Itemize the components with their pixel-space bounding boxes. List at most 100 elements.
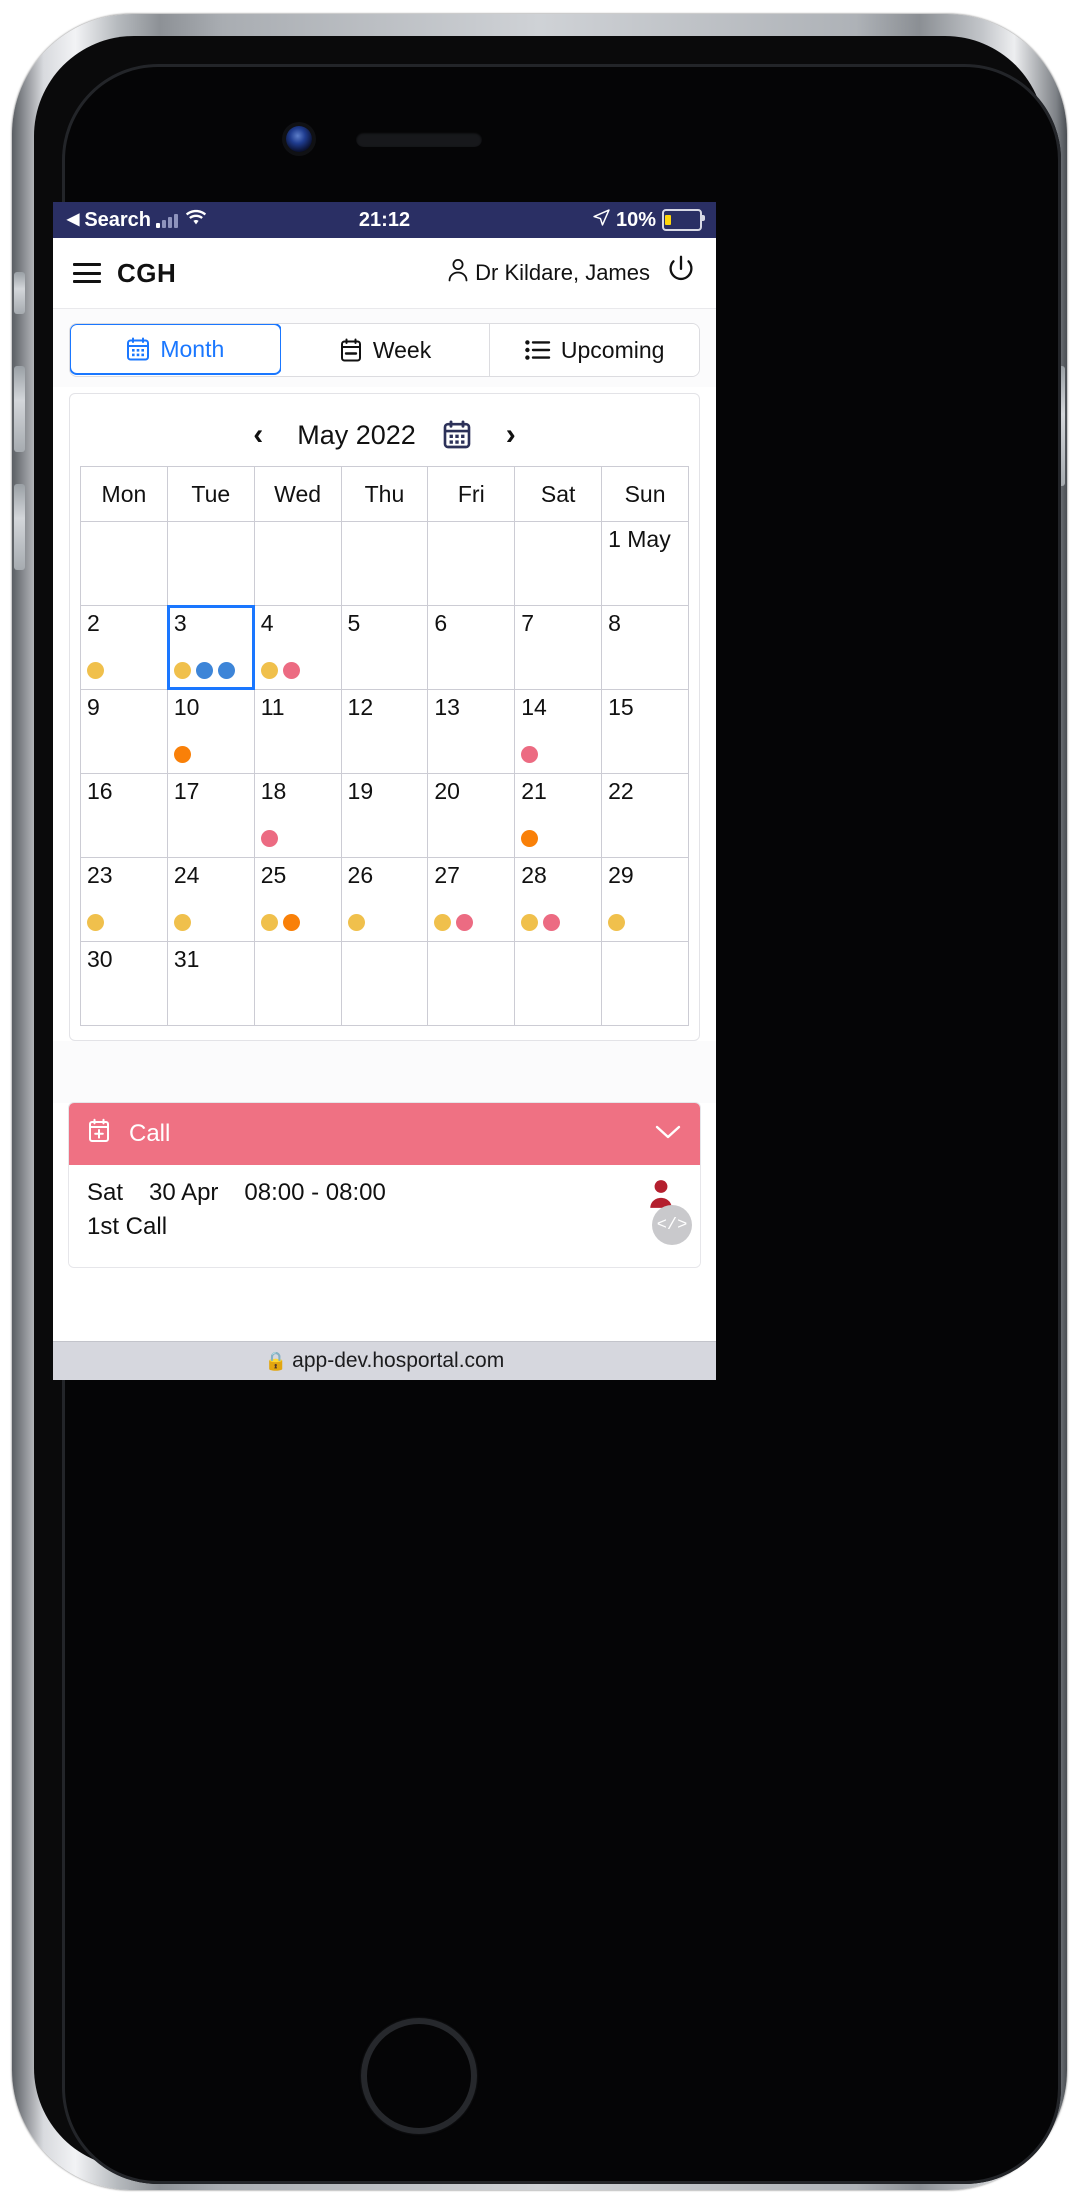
event-dots (173, 662, 235, 679)
day-cell[interactable]: 9 (80, 689, 168, 774)
day-number: 12 (347, 694, 374, 720)
day-number: 30 (87, 946, 113, 972)
chevron-down-icon[interactable] (654, 1121, 682, 1147)
event-dots (260, 914, 300, 931)
event-card: Call Sat 30 Apr 08:00 - 08:00 1st Call <… (69, 1103, 700, 1267)
day-cell[interactable]: 12 (340, 689, 429, 774)
day-number: 28 (521, 862, 547, 888)
day-cell[interactable]: 14 (514, 689, 603, 774)
chevron-left-icon[interactable]: ‹ (245, 420, 271, 450)
event-dot-yellow[interactable] (87, 662, 104, 679)
day-cell-empty (514, 941, 603, 1026)
event-dot-pink[interactable] (260, 830, 278, 847)
event-dot-orange[interactable] (282, 914, 300, 931)
event-time-range: 08:00 - 08:00 (244, 1179, 386, 1206)
calendar-picker-icon[interactable] (442, 420, 472, 450)
event-weekday: Sat (87, 1179, 124, 1206)
day-number: 10 (173, 694, 200, 720)
code-icon[interactable]: </> (652, 1205, 692, 1245)
event-dot-pink[interactable] (456, 914, 474, 931)
event-dot-orange[interactable] (173, 746, 191, 763)
day-cell[interactable]: 6 (427, 605, 516, 690)
event-dot-orange[interactable] (521, 830, 539, 847)
event-dots (260, 830, 278, 847)
event-card-body[interactable]: Sat 30 Apr 08:00 - 08:00 1st Call </> (69, 1165, 700, 1267)
day-number: 21 (521, 778, 547, 804)
day-cell[interactable]: 24 (166, 857, 255, 942)
day-cell[interactable]: 8 (601, 605, 689, 690)
weekday-header-mon: Mon (80, 466, 168, 522)
day-cell[interactable]: 13 (427, 689, 516, 774)
day-cell[interactable]: 16 (80, 773, 168, 858)
tab-month[interactable]: Month (70, 324, 282, 375)
day-cell-empty (80, 521, 168, 606)
day-number: 29 (608, 862, 634, 888)
day-number: 31 (173, 946, 200, 972)
day-cell[interactable]: 20 (427, 773, 516, 858)
browser-url-bar[interactable]: 🔒 app-dev.hosportal.com (53, 1341, 716, 1380)
event-dot-yellow[interactable] (87, 914, 104, 931)
chevron-right-icon[interactable]: › (498, 420, 524, 450)
wifi-icon (185, 209, 207, 232)
day-cell[interactable]: 4 (253, 605, 342, 690)
event-subtitle: 1st Call (87, 1213, 168, 1240)
mute-switch[interactable] (14, 272, 25, 314)
status-bar-left[interactable]: ◀ Search (67, 209, 207, 232)
event-dot-pink[interactable] (521, 746, 539, 763)
event-dot-blue[interactable] (217, 662, 235, 679)
event-dot-yellow[interactable] (173, 662, 191, 679)
day-cell[interactable]: 31 (166, 941, 255, 1026)
day-cell[interactable]: 7 (514, 605, 603, 690)
user-menu[interactable]: Dr Kildare, James (446, 257, 650, 289)
day-cell[interactable]: 17 (166, 773, 255, 858)
power-icon[interactable] (666, 255, 696, 291)
day-cell[interactable]: 22 (601, 773, 689, 858)
day-cell[interactable]: 1 May (601, 521, 689, 606)
event-dot-yellow[interactable] (260, 662, 278, 679)
event-dots (521, 830, 539, 847)
weekday-header-fri: Fri (427, 466, 516, 522)
day-cell[interactable]: 29 (601, 857, 689, 942)
event-dot-pink[interactable] (282, 662, 300, 679)
event-dot-yellow[interactable] (347, 914, 365, 931)
hamburger-menu-icon[interactable] (73, 263, 101, 283)
event-dot-yellow[interactable] (260, 914, 278, 931)
tab-upcoming[interactable]: Upcoming (490, 324, 699, 376)
day-cell[interactable]: 10 (166, 689, 255, 774)
day-cell[interactable]: 3 (166, 605, 256, 691)
day-cell[interactable]: 11 (253, 689, 342, 774)
day-cell[interactable]: 23 (80, 857, 168, 942)
event-dot-blue[interactable] (195, 662, 213, 679)
event-dots (521, 746, 539, 763)
day-cell[interactable]: 27 (427, 857, 516, 942)
tab-week-label: Week (372, 336, 432, 363)
phone-screen: ◀ Search 21:12 10% CGH Dr Kildare, James… (53, 202, 716, 1380)
day-cell[interactable]: 21 (514, 773, 603, 858)
day-cell[interactable]: 19 (340, 773, 429, 858)
day-cell[interactable]: 28 (514, 857, 603, 942)
event-dot-yellow[interactable] (608, 914, 626, 931)
view-tab-strip: Month Week Upcoming (53, 309, 716, 387)
day-cell-empty (340, 941, 429, 1026)
event-card-title: Call (129, 1120, 171, 1147)
day-cell[interactable]: 25 (253, 857, 342, 942)
list-icon (525, 339, 551, 361)
day-cell-empty (253, 941, 342, 1026)
event-card-header[interactable]: Call (69, 1103, 700, 1165)
day-cell[interactable]: 30 (80, 941, 168, 1026)
volume-up-button[interactable] (14, 366, 25, 452)
event-dot-yellow[interactable] (521, 914, 539, 931)
volume-down-button[interactable] (14, 484, 25, 570)
home-button[interactable] (361, 2018, 477, 2134)
day-cell[interactable]: 18 (253, 773, 342, 858)
day-cell[interactable]: 2 (80, 605, 168, 690)
cellular-signal-icon (156, 213, 179, 228)
day-cell[interactable]: 5 (340, 605, 429, 690)
event-dot-yellow[interactable] (173, 914, 191, 931)
day-cell[interactable]: 26 (340, 857, 429, 942)
event-dot-pink[interactable] (543, 914, 561, 931)
tab-week[interactable]: Week (280, 324, 491, 376)
weekday-header-thu: Thu (340, 466, 429, 522)
day-cell[interactable]: 15 (601, 689, 689, 774)
event-dot-yellow[interactable] (434, 914, 452, 931)
